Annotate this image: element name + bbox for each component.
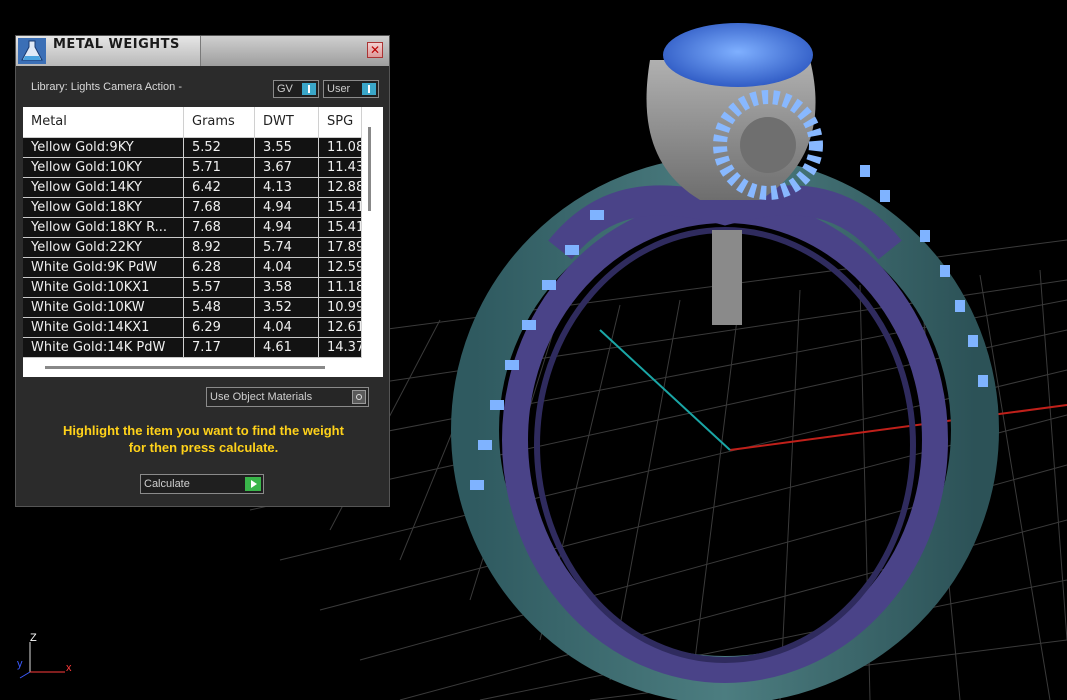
metal-cell: Yellow Gold:18KY R... (23, 218, 184, 237)
axis-gizmo (19, 642, 65, 679)
table-row[interactable]: Yellow Gold:22KY 8.92 5.74 17.89 (23, 238, 362, 258)
vertical-scrollbar[interactable] (368, 127, 371, 211)
metal-cell: Yellow Gold:14KY (23, 178, 184, 197)
metal-weights-panel: METAL WEIGHTS ✕ Library: Lights Camera A… (15, 35, 390, 507)
close-button[interactable]: ✕ (367, 42, 383, 58)
spg-cell: 15.41 (319, 198, 362, 217)
column-header-metal[interactable]: Metal (23, 107, 184, 137)
flask-icon (18, 38, 46, 64)
metal-cell: Yellow Gold:22KY (23, 238, 184, 257)
table-row[interactable]: Yellow Gold:14KY 6.42 4.13 12.88 (23, 178, 362, 198)
dwt-cell: 3.52 (255, 298, 319, 317)
table-row[interactable]: Yellow Gold:18KY 7.68 4.94 15.41 (23, 198, 362, 218)
metal-cell: Yellow Gold:9KY (23, 138, 184, 157)
table-row[interactable]: White Gold:14KX1 6.29 4.04 12.61 (23, 318, 362, 338)
spg-cell: 12.88 (319, 178, 362, 197)
metal-list[interactable]: Metal Grams DWT SPG Yellow Gold:9KY 5.52 3… (23, 107, 383, 377)
grams-cell: 8.92 (184, 238, 255, 257)
dwt-cell: 3.67 (255, 158, 319, 177)
horizontal-scrollbar[interactable] (45, 366, 325, 369)
close-icon: ✕ (369, 43, 381, 57)
calculate-label: Calculate (144, 478, 190, 490)
metal-cell: White Gold:10KW (23, 298, 184, 317)
column-header-dwt[interactable]: DWT (255, 107, 319, 137)
library-label: Library: Lights Camera Action - (31, 81, 183, 93)
list-rows: Yellow Gold:9KY 5.52 3.55 11.08 Yellow Gold:… (23, 138, 362, 358)
table-row[interactable]: Yellow Gold:10KY 5.71 3.67 11.43 (23, 158, 362, 178)
grams-cell: 7.17 (184, 338, 255, 357)
gv-toggle-label: GV (277, 83, 293, 95)
dwt-cell: 4.94 (255, 218, 319, 237)
instruction-line-1: Highlight the item you want to find the … (63, 423, 344, 438)
user-toggle[interactable]: User (323, 80, 379, 98)
grams-cell: 7.68 (184, 198, 255, 217)
metal-cell: Yellow Gold:18KY (23, 198, 184, 217)
table-row[interactable]: White Gold:14K PdW 7.17 4.61 14.37 (23, 338, 362, 358)
grams-cell: 6.42 (184, 178, 255, 197)
spg-cell: 12.61 (319, 318, 362, 337)
grams-cell: 5.48 (184, 298, 255, 317)
spg-cell: 11.43 (319, 158, 362, 177)
metal-cell: White Gold:9K PdW (23, 258, 184, 277)
metal-cell: White Gold:10KX1 (23, 278, 184, 297)
radio-icon[interactable] (352, 390, 366, 404)
panel-title: METAL WEIGHTS (53, 37, 180, 52)
spg-cell: 17.89 (319, 238, 362, 257)
x-axis-line (729, 404, 1067, 451)
table-row[interactable]: White Gold:10KX1 5.57 3.58 11.18 (23, 278, 362, 298)
metal-cell: White Gold:14KX1 (23, 318, 184, 337)
gv-toggle[interactable]: GV (273, 80, 319, 98)
spg-cell: 11.08 (319, 138, 362, 157)
metal-cell: Yellow Gold:10KY (23, 158, 184, 177)
dwt-cell: 4.94 (255, 198, 319, 217)
column-header-grams[interactable]: Grams (184, 107, 255, 137)
grams-cell: 5.57 (184, 278, 255, 297)
grams-cell: 5.52 (184, 138, 255, 157)
dwt-cell: 3.58 (255, 278, 319, 297)
ring-model (451, 23, 999, 700)
dwt-cell: 4.61 (255, 338, 319, 357)
calculate-button[interactable]: Calculate (140, 474, 264, 494)
column-header-spg[interactable]: SPG (319, 107, 362, 137)
dwt-cell: 5.74 (255, 238, 319, 257)
spg-cell: 15.41 (319, 218, 362, 237)
y-axis-line (599, 329, 731, 451)
metal-cell: White Gold:14K PdW (23, 338, 184, 357)
table-row[interactable]: Yellow Gold:18KY R... 7.68 4.94 15.41 (23, 218, 362, 238)
dwt-cell: 3.55 (255, 138, 319, 157)
user-toggle-label: User (327, 83, 351, 95)
instruction-text: Highlight the item you want to find the … (26, 422, 381, 456)
spg-cell: 10.99 (319, 298, 362, 317)
play-icon (245, 477, 261, 491)
spg-cell: 12.59 (319, 258, 362, 277)
dwt-cell: 4.13 (255, 178, 319, 197)
grams-cell: 6.29 (184, 318, 255, 337)
toggle-switch-icon (302, 83, 316, 95)
table-row[interactable]: White Gold:10KW 5.48 3.52 10.99 (23, 298, 362, 318)
dwt-cell: 4.04 (255, 318, 319, 337)
grams-cell: 6.28 (184, 258, 255, 277)
use-object-materials-option[interactable]: Use Object Materials (206, 387, 369, 407)
spg-cell: 14.37 (319, 338, 362, 357)
panel-title-tab: METAL WEIGHTS (16, 36, 201, 66)
grams-cell: 5.71 (184, 158, 255, 177)
list-header: Metal Grams DWT SPG (23, 107, 362, 138)
grams-cell: 7.68 (184, 218, 255, 237)
table-row[interactable]: White Gold:9K PdW 6.28 4.04 12.59 (23, 258, 362, 278)
toggle-switch-icon (362, 83, 376, 95)
dwt-cell: 4.04 (255, 258, 319, 277)
use-object-materials-label: Use Object Materials (210, 391, 313, 403)
spg-cell: 11.18 (319, 278, 362, 297)
table-row[interactable]: Yellow Gold:9KY 5.52 3.55 11.08 (23, 138, 362, 158)
instruction-line-2: for then press calculate. (128, 440, 279, 455)
panel-titlebar[interactable]: METAL WEIGHTS ✕ (16, 36, 389, 66)
